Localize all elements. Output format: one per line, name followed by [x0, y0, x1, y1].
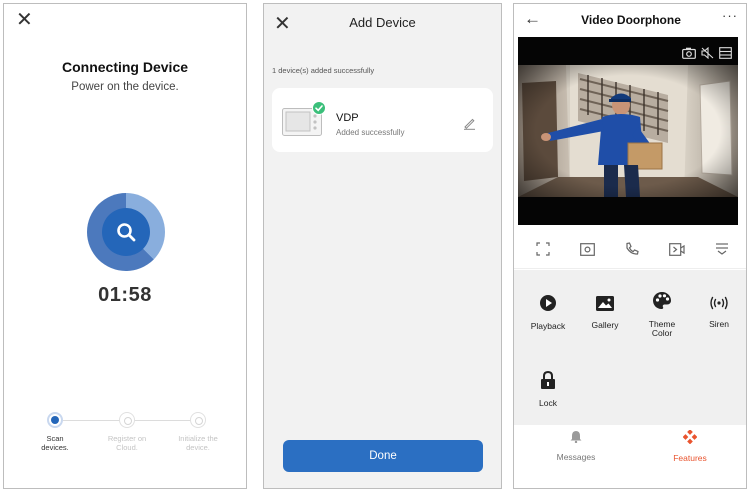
record-icon[interactable] — [667, 239, 687, 259]
feature-label: Lock — [539, 398, 557, 408]
page-title: Video Doorphone — [581, 13, 681, 27]
add-device-screen: ✕ Add Device 1 device(s) added successfu… — [263, 3, 502, 489]
bottom-nav: Messages Features — [514, 425, 746, 488]
lock-icon — [541, 370, 555, 389]
search-icon — [102, 208, 150, 256]
screenshot-icon[interactable] — [577, 239, 597, 259]
feature-siren[interactable]: Siren — [691, 296, 746, 329]
page-subtitle: Power on the device. — [71, 81, 179, 93]
feature-label: Playback — [530, 321, 566, 331]
courier-holding-package-image — [518, 65, 738, 197]
feature-label: Siren — [709, 319, 729, 329]
connecting-device-screen: ✕ Connecting Device Power on the device.… — [3, 3, 247, 489]
video-controls — [514, 229, 746, 269]
device-name: VDP — [336, 112, 359, 124]
step-indicator-active — [47, 412, 63, 428]
playback-icon — [540, 295, 556, 311]
step-connector — [134, 420, 194, 421]
step-connector — [63, 420, 125, 421]
video-feed[interactable] — [518, 37, 738, 225]
snapshot-icon[interactable] — [682, 46, 696, 64]
close-icon[interactable]: ✕ — [16, 10, 33, 30]
page-title: Connecting Device — [61, 59, 189, 75]
more-icon[interactable]: ··· — [722, 8, 738, 23]
collapse-icon[interactable] — [712, 239, 732, 259]
phone-icon[interactable] — [622, 239, 642, 259]
features-icon — [682, 429, 698, 445]
search-progress-ring — [87, 193, 165, 271]
gallery-icon — [596, 296, 614, 311]
step-label-initialize: Initialize the device. — [178, 434, 218, 452]
countdown-timer: 01:58 — [98, 284, 152, 306]
top-bar: ← Video Doorphone ··· — [514, 4, 746, 36]
fullscreen-icon[interactable] — [533, 239, 553, 259]
feature-theme-color[interactable]: Theme Color — [634, 291, 690, 338]
feature-label: Theme Color — [648, 319, 676, 338]
page-title: Add Device — [349, 15, 416, 30]
edit-pencil-icon[interactable] — [463, 117, 476, 135]
added-count-note: 1 device(s) added successfully — [272, 66, 375, 75]
check-icon — [312, 101, 326, 120]
step-label-register: Register on Cloud. — [107, 434, 147, 452]
feature-playback[interactable]: Playback — [520, 294, 576, 331]
nav-messages[interactable]: Messages — [541, 430, 611, 462]
nav-features[interactable]: Features — [655, 429, 725, 463]
nav-label: Features — [673, 453, 707, 463]
device-status: Added successfully — [336, 128, 405, 137]
step-label-scan: Scan devices. — [41, 434, 69, 452]
done-button[interactable]: Done — [283, 440, 483, 472]
device-card[interactable]: VDP Added successfully — [272, 88, 493, 152]
nav-label: Messages — [556, 452, 596, 462]
step-indicator — [190, 412, 206, 428]
mute-icon[interactable] — [701, 46, 714, 64]
sd-card-icon[interactable] — [719, 46, 732, 64]
palette-icon — [653, 292, 671, 309]
feature-label: Gallery — [591, 320, 619, 330]
feature-lock[interactable]: Lock — [520, 370, 576, 408]
feature-gallery[interactable]: Gallery — [577, 296, 633, 330]
features-panel: Playback Gallery Theme Color Siren Lock — [514, 270, 746, 425]
bell-icon — [570, 431, 582, 444]
step-indicator — [119, 412, 135, 428]
video-doorphone-screen: ← Video Doorphone ··· Playback Gallery T… — [513, 3, 747, 489]
siren-icon — [710, 296, 728, 310]
